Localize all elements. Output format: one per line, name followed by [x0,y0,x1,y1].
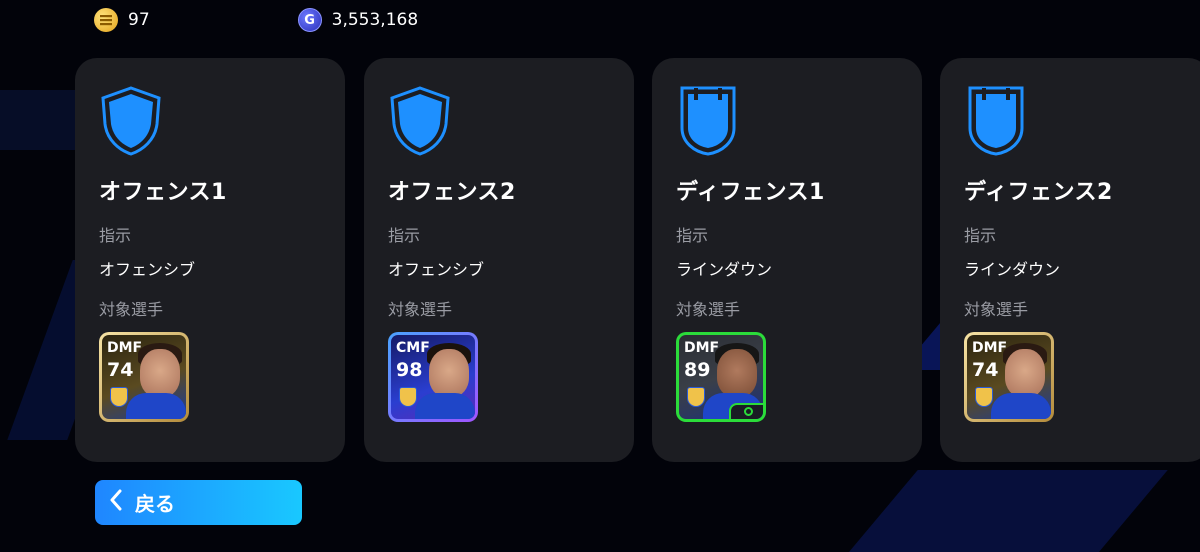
card-title: オフェンス2 [388,180,516,205]
player-position: DMF [107,340,143,356]
coin-value: 97 [128,10,150,30]
offense-shield-icon [390,86,450,156]
player-card[interactable]: DMF 74 [964,332,1054,422]
coin-balance: 97 [94,8,150,32]
player-card[interactable]: DMF 89 [676,332,766,422]
target-player-label: 対象選手 [99,300,164,319]
background-stripe [0,90,80,150]
instruction-value: オフェンシブ [388,260,485,279]
player-rating: 89 [684,359,711,381]
card-title: ディフェンス1 [676,180,825,205]
instruction-value: オフェンシブ [99,260,196,279]
club-emblem-icon [110,387,128,407]
gp-coin-icon: G [297,8,322,32]
target-player-label: 対象選手 [964,300,1029,319]
offense-shield-icon [101,86,161,156]
featured-badge-icon [729,403,763,419]
instruction-card-offense-1[interactable]: オフェンス1 指示 オフェンシブ 対象選手 DMF 74 [75,58,345,462]
player-rating: 74 [107,359,134,381]
defense-shield-icon [968,86,1024,156]
instruction-label: 指示 [676,226,709,245]
player-rating: 74 [972,359,999,381]
instruction-card-defense-2[interactable]: ディフェンス2 指示 ラインダウン 対象選手 DMF 74 [940,58,1200,462]
card-title: ディフェンス2 [964,180,1113,205]
instruction-label: 指示 [388,226,421,245]
currency-bar: 97 G 3,553,168 [94,8,566,32]
player-card[interactable]: CMF 98 [388,332,478,422]
instruction-card-offense-2[interactable]: オフェンス2 指示 オフェンシブ 対象選手 CMF 98 [364,58,634,462]
gp-value: 3,553,168 [331,10,419,30]
background-stripe [842,470,1168,552]
target-player-label: 対象選手 [388,300,453,319]
chevron-left-icon [109,489,123,516]
club-emblem-icon [687,387,705,407]
instruction-screen: 97 G 3,553,168 オフェンス1 指示 オフェンシブ 対象選手 DMF… [0,0,1200,552]
player-position: CMF [396,340,430,356]
instruction-value: ラインダウン [964,260,1061,279]
player-card[interactable]: DMF 74 [99,332,189,422]
instruction-card-defense-1[interactable]: ディフェンス1 指示 ラインダウン 対象選手 DMF 89 [652,58,922,462]
card-title: オフェンス1 [99,180,227,205]
player-position: DMF [972,340,1008,356]
club-emblem-icon [975,387,993,407]
instruction-label: 指示 [99,226,132,245]
gp-balance: G 3,553,168 [297,8,419,32]
club-emblem-icon [399,387,417,407]
instruction-label: 指示 [964,226,997,245]
player-position: DMF [684,340,720,356]
back-button-label: 戻る [135,492,175,516]
player-rating: 98 [396,359,423,381]
gold-coin-icon [94,8,118,32]
defense-shield-icon [680,86,736,156]
back-button[interactable]: 戻る [95,480,302,525]
target-player-label: 対象選手 [676,300,741,319]
instruction-value: ラインダウン [676,260,773,279]
